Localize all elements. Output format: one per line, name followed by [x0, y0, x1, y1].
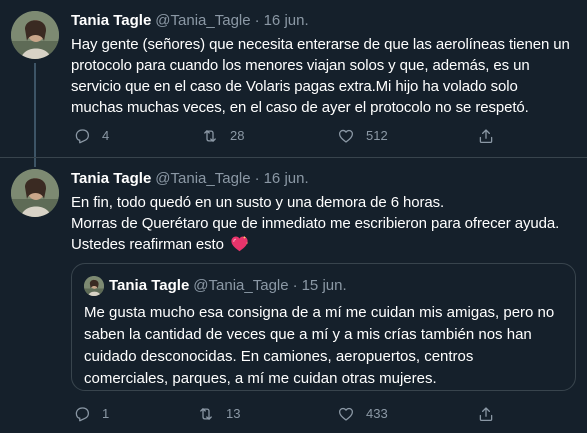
author-name[interactable]: Tania Tagle — [71, 170, 151, 187]
like-button[interactable]: 433 — [337, 404, 388, 424]
heart-icon — [338, 129, 354, 143]
tweet-divider — [0, 157, 587, 158]
separator-dot: · — [292, 277, 298, 294]
share-icon — [479, 129, 493, 144]
reply-icon — [75, 129, 90, 144]
avatar-photo — [11, 169, 59, 217]
share-button[interactable] — [477, 126, 495, 146]
reply-button[interactable]: 4 — [73, 126, 109, 146]
tweet-date[interactable]: 16 jun. — [264, 170, 309, 187]
quoted-author-name: Tania Tagle — [109, 277, 190, 294]
quoted-author-handle: @Tania_Tagle — [193, 277, 289, 294]
like-count: 433 — [366, 406, 388, 421]
tweet-text-line: Morras de Querétaro que de inmediato me … — [71, 215, 560, 232]
avatar[interactable] — [11, 169, 59, 217]
separator-dot: · — [254, 12, 260, 29]
heart-icon — [338, 407, 354, 421]
quoted-text-line: cuidado desconocidas. En camiones, aerop… — [84, 348, 474, 365]
tweet-text-line-with-emoji: Ustedes reafirman esto — [71, 234, 576, 255]
tweet-actions: 4 28 512 — [71, 126, 511, 146]
tweet-text-line: protocolo para cuando los menores viajan… — [71, 57, 530, 74]
retweet-button[interactable]: 28 — [201, 126, 244, 146]
tweet-text: Hay gente (señores) que necesita enterar… — [71, 34, 576, 118]
avatar-photo — [11, 11, 59, 59]
retweet-count: 13 — [226, 406, 241, 421]
reply-button[interactable]: 1 — [73, 404, 109, 424]
tweet-header: Tania Tagle @Tania_Tagle · 16 jun. — [71, 11, 309, 31]
quoted-tweet[interactable]: Tania Tagle @Tania_Tagle · 15 jun. Me gusta… — [71, 263, 576, 391]
author-name[interactable]: Tania Tagle — [71, 12, 151, 29]
reply-icon — [75, 407, 90, 422]
sparkling-heart-emoji — [231, 235, 249, 252]
tweet-text: En fin, todo quedó en un susto y una dem… — [71, 192, 576, 255]
like-count: 512 — [366, 128, 388, 143]
quoted-avatar — [84, 276, 104, 296]
quoted-tweet-header: Tania Tagle @Tania_Tagle · 15 jun. — [109, 276, 347, 296]
reply-count: 1 — [102, 406, 110, 421]
author-handle[interactable]: @Tania_Tagle — [155, 12, 250, 29]
tweet-text-line: Hay gente (señores) que necesita enterar… — [71, 36, 570, 53]
tweet-text-line: servicio que en el caso de Volaris pagas… — [71, 78, 518, 95]
quoted-text-line: Me gusta mucho esa consigna de a mí me c… — [84, 304, 555, 321]
retweet-icon — [200, 408, 212, 420]
retweet-button[interactable]: 13 — [197, 404, 240, 424]
quoted-tweet-date: 15 jun. — [301, 277, 347, 294]
tweet-thread: Tania Tagle @Tania_Tagle · 16 jun. Hay gent… — [0, 0, 587, 433]
quoted-text-line: saben la cantidad de veces que a mí y a … — [84, 326, 532, 343]
quoted-tweet-text: Me gusta mucho esa consigna de a mí me c… — [84, 302, 569, 390]
share-icon — [479, 407, 493, 422]
tweet-date[interactable]: 16 jun. — [264, 12, 309, 29]
avatar[interactable] — [11, 11, 59, 59]
tweet-actions: 1 13 433 — [71, 404, 511, 424]
retweet-icon — [204, 130, 216, 142]
like-button[interactable]: 512 — [337, 126, 388, 146]
tweet-text-fragment: Ustedes reafirman esto — [71, 236, 224, 253]
tweet-text-line: En fin, todo quedó en un susto y una dem… — [71, 194, 445, 211]
reply-count: 4 — [102, 128, 110, 143]
separator-dot: · — [254, 170, 260, 187]
avatar-photo — [84, 276, 104, 296]
retweet-count: 28 — [230, 128, 245, 143]
quoted-text-line: comerciales, parques, a mí me cuidan otr… — [84, 370, 437, 387]
share-button[interactable] — [477, 404, 495, 424]
tweet-header: Tania Tagle @Tania_Tagle · 16 jun. — [71, 169, 309, 189]
thread-connector-line — [34, 63, 36, 167]
tweet-text-line: muchas muchas veces, en el caso de ayer … — [71, 99, 529, 116]
author-handle[interactable]: @Tania_Tagle — [155, 170, 250, 187]
